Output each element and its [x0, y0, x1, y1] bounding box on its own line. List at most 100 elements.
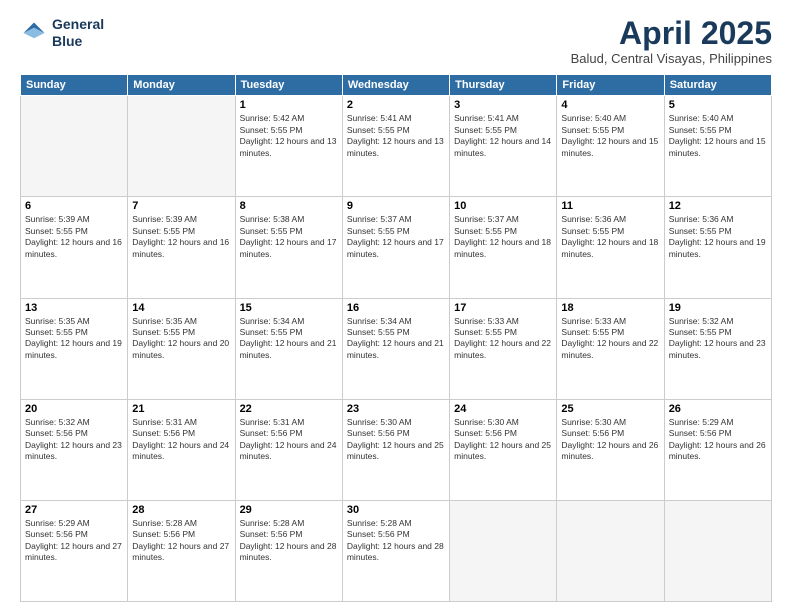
day-of-week-header: Saturday: [664, 75, 771, 96]
day-detail: Sunrise: 5:32 AM Sunset: 5:55 PM Dayligh…: [669, 316, 767, 362]
day-number: 13: [25, 302, 123, 314]
calendar-cell: 2 Sunrise: 5:41 AM Sunset: 5:55 PM Daylig…: [342, 96, 449, 197]
day-number: 1: [240, 99, 338, 111]
day-number: 19: [669, 302, 767, 314]
calendar-week-row: 20 Sunrise: 5:32 AM Sunset: 5:56 PM Dayli…: [21, 399, 772, 500]
calendar-cell: 9 Sunrise: 5:37 AM Sunset: 5:55 PM Daylig…: [342, 197, 449, 298]
day-number: 28: [132, 504, 230, 516]
calendar-cell: 14Sunrise: 5:35 AM Sunset: 5:55 PM Dayli…: [128, 298, 235, 399]
day-number: 29: [240, 504, 338, 516]
calendar-cell: 17 Sunrise: 5:33 AM Sunset: 5:55 PM Dayli…: [450, 298, 557, 399]
calendar-cell: 8Sunrise: 5:38 AM Sunset: 5:55 PM Daylig…: [235, 197, 342, 298]
calendar-cell: 21 Sunrise: 5:31 AM Sunset: 5:56 PM Dayli…: [128, 399, 235, 500]
calendar-cell: [128, 96, 235, 197]
day-detail: Sunrise: 5:31 AM Sunset: 5:56 PM Dayligh…: [240, 417, 338, 463]
day-number: 6: [25, 200, 123, 212]
page: General Blue April 2025 Balud, Central V…: [0, 0, 792, 612]
day-number: 20: [25, 403, 123, 415]
calendar-cell: 26Sunrise: 5:29 AM Sunset: 5:56 PM Dayli…: [664, 399, 771, 500]
day-detail: Sunrise: 5:37 AM Sunset: 5:55 PM Dayligh…: [347, 214, 445, 260]
day-number: 10: [454, 200, 552, 212]
calendar-cell: 13 Sunrise: 5:35 AM Sunset: 5:55 PM Dayli…: [21, 298, 128, 399]
calendar-cell: 11 Sunrise: 5:36 AM Sunset: 5:55 PM Dayli…: [557, 197, 664, 298]
day-number: 5: [669, 99, 767, 111]
calendar-week-row: 27 Sunrise: 5:29 AM Sunset: 5:56 PM Dayli…: [21, 500, 772, 601]
calendar-cell: 24Sunrise: 5:30 AM Sunset: 5:56 PM Dayli…: [450, 399, 557, 500]
day-detail: Sunrise: 5:40 AM Sunset: 5:55 PM Dayligh…: [669, 113, 767, 159]
day-detail: Sunrise: 5:40 AM Sunset: 5:55 PM Dayligh…: [561, 113, 659, 159]
day-of-week-header: Monday: [128, 75, 235, 96]
day-detail: Sunrise: 5:30 AM Sunset: 5:56 PM Dayligh…: [347, 417, 445, 463]
calendar-cell: 18Sunrise: 5:33 AM Sunset: 5:55 PM Dayli…: [557, 298, 664, 399]
day-number: 2: [347, 99, 445, 111]
day-detail: Sunrise: 5:39 AM Sunset: 5:55 PM Dayligh…: [132, 214, 230, 260]
day-number: 18: [561, 302, 659, 314]
calendar-cell: [450, 500, 557, 601]
day-number: 15: [240, 302, 338, 314]
calendar-cell: 7 Sunrise: 5:39 AM Sunset: 5:55 PM Daylig…: [128, 197, 235, 298]
day-detail: Sunrise: 5:36 AM Sunset: 5:55 PM Dayligh…: [669, 214, 767, 260]
calendar-cell: 23Sunrise: 5:30 AM Sunset: 5:56 PM Dayli…: [342, 399, 449, 500]
day-detail: Sunrise: 5:30 AM Sunset: 5:56 PM Dayligh…: [454, 417, 552, 463]
day-detail: Sunrise: 5:35 AM Sunset: 5:55 PM Dayligh…: [132, 316, 230, 362]
day-number: 7: [132, 200, 230, 212]
calendar-cell: 22 Sunrise: 5:31 AM Sunset: 5:56 PM Dayli…: [235, 399, 342, 500]
calendar-cell: 28 Sunrise: 5:28 AM Sunset: 5:56 PM Dayli…: [128, 500, 235, 601]
calendar-cell: 16 Sunrise: 5:34 AM Sunset: 5:55 PM Dayli…: [342, 298, 449, 399]
day-number: 21: [132, 403, 230, 415]
day-detail: Sunrise: 5:35 AM Sunset: 5:55 PM Dayligh…: [25, 316, 123, 362]
day-detail: Sunrise: 5:28 AM Sunset: 5:56 PM Dayligh…: [132, 518, 230, 564]
logo-icon: [20, 19, 48, 47]
logo: General Blue: [20, 16, 104, 50]
day-of-week-header: Friday: [557, 75, 664, 96]
day-of-week-header: Sunday: [21, 75, 128, 96]
calendar-cell: 27 Sunrise: 5:29 AM Sunset: 5:56 PM Dayli…: [21, 500, 128, 601]
day-number: 11: [561, 200, 659, 212]
day-detail: Sunrise: 5:29 AM Sunset: 5:56 PM Dayligh…: [669, 417, 767, 463]
day-of-week-header: Thursday: [450, 75, 557, 96]
calendar-cell: 6 Sunrise: 5:39 AM Sunset: 5:55 PM Daylig…: [21, 197, 128, 298]
day-detail: Sunrise: 5:31 AM Sunset: 5:56 PM Dayligh…: [132, 417, 230, 463]
day-number: 4: [561, 99, 659, 111]
day-of-week-header: Tuesday: [235, 75, 342, 96]
day-number: 17: [454, 302, 552, 314]
calendar-week-row: 1Sunrise: 5:42 AM Sunset: 5:55 PM Daylig…: [21, 96, 772, 197]
day-number: 22: [240, 403, 338, 415]
day-detail: Sunrise: 5:33 AM Sunset: 5:55 PM Dayligh…: [454, 316, 552, 362]
day-number: 9: [347, 200, 445, 212]
day-detail: Sunrise: 5:41 AM Sunset: 5:55 PM Dayligh…: [347, 113, 445, 159]
day-number: 3: [454, 99, 552, 111]
calendar-cell: 30Sunrise: 5:28 AM Sunset: 5:56 PM Dayli…: [342, 500, 449, 601]
day-detail: Sunrise: 5:36 AM Sunset: 5:55 PM Dayligh…: [561, 214, 659, 260]
calendar-table: SundayMondayTuesdayWednesdayThursdayFrid…: [20, 74, 772, 602]
day-detail: Sunrise: 5:30 AM Sunset: 5:56 PM Dayligh…: [561, 417, 659, 463]
calendar-cell: 10 Sunrise: 5:37 AM Sunset: 5:55 PM Dayli…: [450, 197, 557, 298]
day-detail: Sunrise: 5:39 AM Sunset: 5:55 PM Dayligh…: [25, 214, 123, 260]
calendar-cell: 5 Sunrise: 5:40 AM Sunset: 5:55 PM Daylig…: [664, 96, 771, 197]
day-number: 16: [347, 302, 445, 314]
day-of-week-header: Wednesday: [342, 75, 449, 96]
day-number: 12: [669, 200, 767, 212]
day-detail: Sunrise: 5:34 AM Sunset: 5:55 PM Dayligh…: [347, 316, 445, 362]
calendar-cell: 12 Sunrise: 5:36 AM Sunset: 5:55 PM Dayli…: [664, 197, 771, 298]
main-title: April 2025: [571, 16, 772, 51]
calendar-cell: 25 Sunrise: 5:30 AM Sunset: 5:56 PM Dayli…: [557, 399, 664, 500]
calendar-cell: [557, 500, 664, 601]
calendar-cell: 1Sunrise: 5:42 AM Sunset: 5:55 PM Daylig…: [235, 96, 342, 197]
day-detail: Sunrise: 5:28 AM Sunset: 5:56 PM Dayligh…: [240, 518, 338, 564]
day-detail: Sunrise: 5:29 AM Sunset: 5:56 PM Dayligh…: [25, 518, 123, 564]
header: General Blue April 2025 Balud, Central V…: [20, 16, 772, 66]
day-number: 25: [561, 403, 659, 415]
title-block: April 2025 Balud, Central Visayas, Phili…: [571, 16, 772, 66]
day-detail: Sunrise: 5:41 AM Sunset: 5:55 PM Dayligh…: [454, 113, 552, 159]
day-detail: Sunrise: 5:37 AM Sunset: 5:55 PM Dayligh…: [454, 214, 552, 260]
calendar-cell: 4 Sunrise: 5:40 AM Sunset: 5:55 PM Daylig…: [557, 96, 664, 197]
day-detail: Sunrise: 5:32 AM Sunset: 5:56 PM Dayligh…: [25, 417, 123, 463]
calendar-cell: 29 Sunrise: 5:28 AM Sunset: 5:56 PM Dayli…: [235, 500, 342, 601]
day-number: 8: [240, 200, 338, 212]
subtitle: Balud, Central Visayas, Philippines: [571, 51, 772, 66]
calendar-week-row: 6 Sunrise: 5:39 AM Sunset: 5:55 PM Daylig…: [21, 197, 772, 298]
logo-text: General Blue: [52, 16, 104, 50]
day-number: 27: [25, 504, 123, 516]
calendar-week-row: 13 Sunrise: 5:35 AM Sunset: 5:55 PM Dayli…: [21, 298, 772, 399]
